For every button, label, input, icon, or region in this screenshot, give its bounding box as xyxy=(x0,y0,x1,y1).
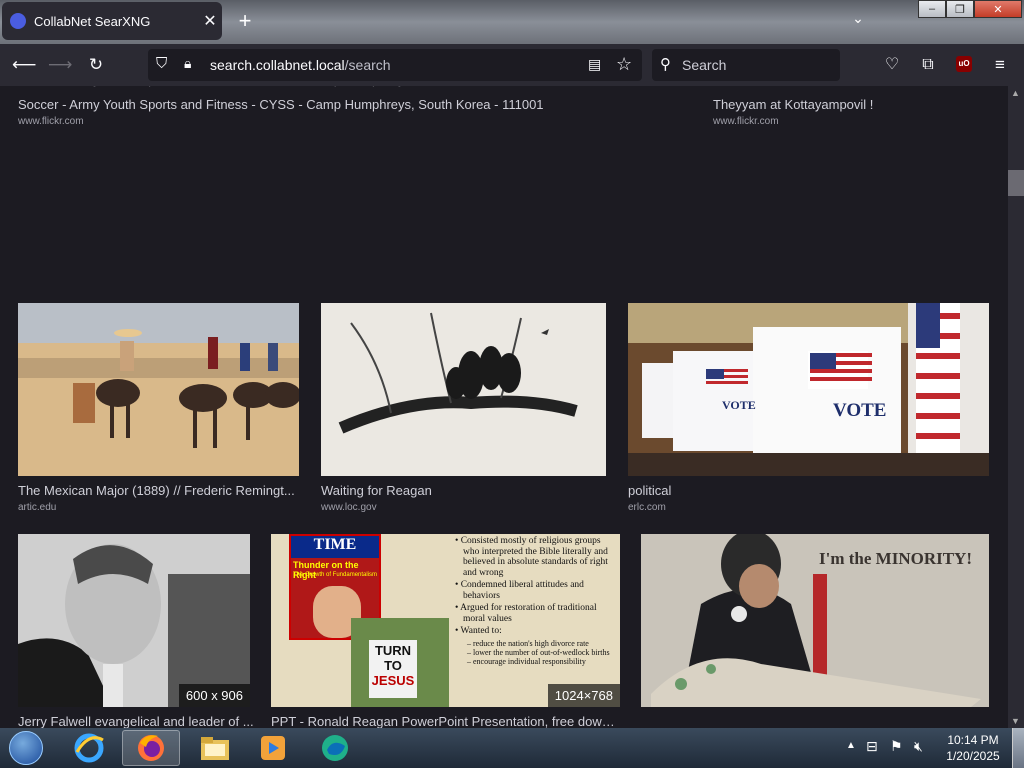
extensions-puzzle-icon[interactable]: ⧉ xyxy=(916,53,940,77)
painting-cavalry-image xyxy=(18,303,299,476)
turn-to-jesus-sign: TURN TO JESUS xyxy=(369,640,417,698)
clock-date: 1/20/2025 xyxy=(946,749,1000,763)
windows-orb-icon xyxy=(9,731,43,765)
result-source[interactable]: artic.edu xyxy=(18,502,56,513)
pocket-icon[interactable]: ♡ xyxy=(880,53,904,77)
hamburger-menu-icon[interactable]: ≡ xyxy=(988,53,1012,77)
back-arrow-icon[interactable]: ⟵ xyxy=(12,53,36,77)
slide-subbullet: – lower the number of out-of-wedlock bir… xyxy=(467,647,610,657)
result-caption-clipped[interactable]: Soccer - Army Youth Sports and Fitness -… xyxy=(18,86,618,87)
list-all-tabs-chevron-icon[interactable]: ⌄ xyxy=(848,10,868,30)
slide-bullets: • Consisted mostly of religious groups w… xyxy=(455,536,615,666)
falwell-portrait-image xyxy=(18,534,250,707)
reader-view-icon[interactable]: ▤ xyxy=(588,56,606,74)
slide-bullet: • Consisted mostly of religious groups w… xyxy=(455,536,608,578)
address-bar[interactable]: ⛉ 🔒︎ search.collabnet.local/search ▤ ☆ xyxy=(148,49,642,81)
firefox-taskbar-button[interactable] xyxy=(122,730,180,766)
new-tab-plus-icon[interactable]: + xyxy=(233,8,257,34)
scroll-up-arrow-icon[interactable]: ▲ xyxy=(1011,88,1020,98)
result-image-mexican-major[interactable] xyxy=(18,303,299,476)
image-dimensions-badge: 1024×768 xyxy=(547,684,620,707)
tracking-protection-shield-icon[interactable]: ⛉ xyxy=(156,55,174,75)
result-caption[interactable]: PPT - Ronald Reagan PowerPoint Presentat… xyxy=(271,714,621,728)
file-explorer-icon[interactable] xyxy=(192,730,238,766)
turn-to-jesus-photo: TURN TO JESUS xyxy=(351,618,449,707)
network-icon[interactable]: ⊟ xyxy=(866,738,878,755)
result-image-waiting-for-reagan[interactable] xyxy=(321,303,606,476)
minimize-button[interactable]: – xyxy=(918,0,946,18)
result-image-jerry-falwell[interactable]: 600 x 906 xyxy=(18,534,250,707)
url-path: /search xyxy=(344,57,391,73)
result-source[interactable]: www.flickr.com xyxy=(18,116,84,127)
sign-line-1: TURN xyxy=(374,643,412,658)
screen: CollabNet SearXNG ✕ + ⌄ – ❐ ✕ ⟵ ⟶ ↻ ⛉ 🔒︎… xyxy=(0,0,1024,768)
sign-line-3: JESUS xyxy=(371,673,415,688)
browser-tab-bar: CollabNet SearXNG ✕ + ⌄ – ❐ ✕ xyxy=(0,0,1024,44)
result-caption[interactable]: Jerry Falwell evangelical and leader of … xyxy=(18,714,258,728)
result-image-minority[interactable]: I'm the MINORITY! xyxy=(641,534,989,707)
close-window-button[interactable]: ✕ xyxy=(974,0,1022,18)
forward-arrow-icon[interactable]: ⟶ xyxy=(48,53,72,77)
vote-text-large: VOTE xyxy=(833,400,886,421)
sign-line-2: TO xyxy=(384,658,402,673)
searxng-favicon-icon xyxy=(10,13,26,29)
search-input[interactable]: ⚲ Search xyxy=(652,49,840,81)
minority-guitarist-image: I'm the MINORITY! xyxy=(641,534,989,707)
navigation-toolbar: ⟵ ⟶ ↻ ⛉ 🔒︎ search.collabnet.local/search… xyxy=(0,44,1024,86)
volume-muted-icon[interactable]: 🔇︎ xyxy=(914,738,923,755)
reload-icon[interactable]: ↻ xyxy=(84,53,108,77)
voting-booths-image: VOTE VOTE xyxy=(628,303,989,476)
show-desktop-button[interactable] xyxy=(1012,728,1024,768)
clock-time: 10:14 PM xyxy=(947,733,999,747)
search-icon: ⚲ xyxy=(660,56,671,73)
result-source[interactable]: www.loc.gov xyxy=(321,502,377,513)
result-image-political[interactable]: VOTE VOTE xyxy=(628,303,989,476)
active-tab[interactable]: CollabNet SearXNG ✕ xyxy=(2,2,222,40)
ublock-origin-icon[interactable]: uO xyxy=(956,56,972,72)
scrollbar-thumb[interactable] xyxy=(1008,170,1024,196)
search-placeholder: Search xyxy=(682,57,727,73)
insecure-lock-icon[interactable]: 🔒︎ xyxy=(184,55,200,75)
start-button[interactable] xyxy=(4,730,48,766)
windows-taskbar: ▲ ⊟ ⚑ 🔇︎ 10:14 PM 1/20/2025 xyxy=(0,728,1024,768)
result-source[interactable]: erlc.com xyxy=(628,502,666,513)
result-caption[interactable]: Theyyam at Kottayampovil ! xyxy=(713,97,993,112)
result-caption[interactable]: Soccer - Army Youth Sports and Fitness -… xyxy=(18,97,618,112)
url-host: search.collabnet.local xyxy=(210,57,345,73)
slide-bullet: • Argued for restoration of traditional … xyxy=(455,603,597,624)
result-source[interactable]: www.flickr.com xyxy=(713,116,779,127)
internet-explorer-icon[interactable] xyxy=(66,730,112,766)
result-caption[interactable]: political xyxy=(628,483,989,498)
firefox-icon xyxy=(138,735,164,761)
result-image-reagan-ppt[interactable]: TIME Thunder on the Right The Growth of … xyxy=(271,534,620,707)
minority-text: I'm the MINORITY! xyxy=(819,549,972,568)
url-text[interactable]: search.collabnet.local/search xyxy=(210,57,391,73)
tab-close-icon[interactable]: ✕ xyxy=(198,11,222,31)
time-masthead: TIME xyxy=(291,536,379,558)
vote-text-small: VOTE xyxy=(722,398,756,412)
show-hidden-icons-chevron-icon[interactable]: ▲ xyxy=(846,740,856,751)
edge-icon[interactable] xyxy=(310,730,360,766)
result-caption[interactable]: The Mexican Major (1889) // Frederic Rem… xyxy=(18,483,299,498)
window-controls: – ❐ ✕ xyxy=(918,0,1022,18)
media-player-icon[interactable] xyxy=(250,730,296,766)
page-scrollbar[interactable]: ▲ ▼ xyxy=(1008,86,1024,728)
slide-bullet: • Condemned liberal attitudes and behavi… xyxy=(455,580,584,601)
scroll-down-arrow-icon[interactable]: ▼ xyxy=(1011,716,1020,726)
bookmark-star-icon[interactable]: ☆ xyxy=(616,54,636,76)
action-center-flag-icon[interactable]: ⚑ xyxy=(890,738,903,755)
time-subtitle: The Growth of Fundamentalism xyxy=(293,572,378,578)
search-results-images: Soccer - Army Youth Sports and Fitness -… xyxy=(0,86,1008,728)
slide-subbullet: – reduce the nation's high divorce rate xyxy=(467,638,589,648)
cartoon-birds-on-branch-image xyxy=(321,303,606,476)
slide-bullet: • Wanted to: xyxy=(455,626,502,636)
result-caption[interactable]: Waiting for Reagan xyxy=(321,483,606,498)
image-dimensions-badge: 600 x 906 xyxy=(178,684,250,707)
clock[interactable]: 10:14 PM 1/20/2025 xyxy=(940,732,1006,764)
tab-title: CollabNet SearXNG xyxy=(34,13,151,29)
restore-button[interactable]: ❐ xyxy=(946,0,974,18)
slide-subbullet: – encourage individual responsibility xyxy=(467,656,586,666)
